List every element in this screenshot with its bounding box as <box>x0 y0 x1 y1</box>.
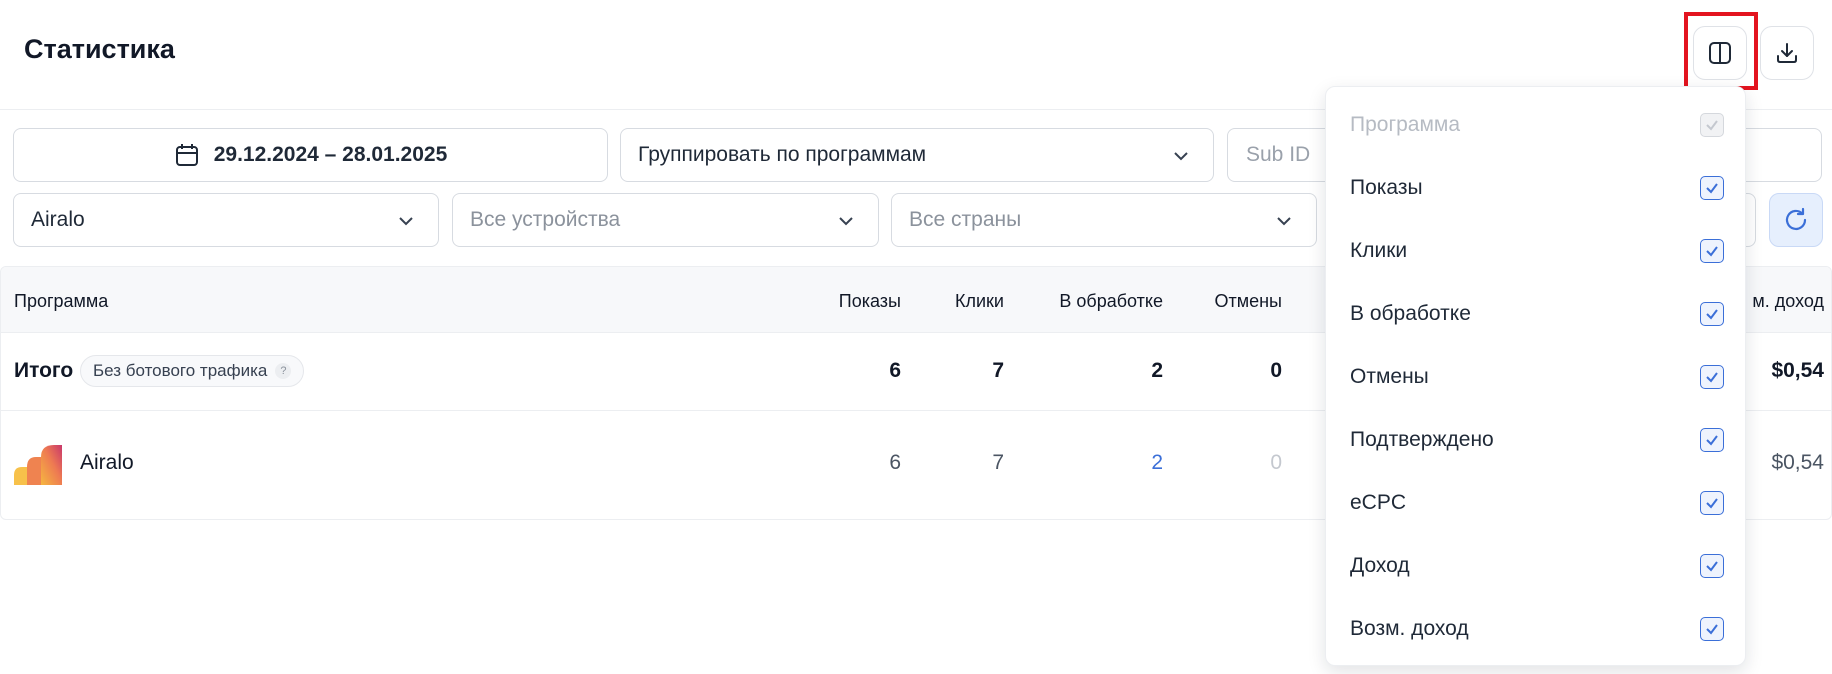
devices-select[interactable]: Все устройства <box>452 193 879 247</box>
total-clicks: 7 <box>992 359 1004 382</box>
column-header-program[interactable]: Программа <box>14 291 108 312</box>
column-option-label: Программа <box>1350 113 1461 136</box>
program-value: Airalo <box>31 208 85 231</box>
checkbox-potential-income[interactable] <box>1700 617 1724 641</box>
chevron-down-icon <box>1171 146 1191 172</box>
column-header-cancels[interactable]: Отмены <box>1214 291 1282 312</box>
row-cancels: 0 <box>1270 451 1282 474</box>
total-processing: 2 <box>1151 359 1163 382</box>
group-by-value: Группировать по программам <box>638 143 927 166</box>
calendar-icon <box>174 142 200 168</box>
column-option-label: eCPC <box>1350 491 1407 514</box>
date-range-picker[interactable]: 29.12.2024 – 28.01.2025 <box>13 128 608 182</box>
refresh-icon <box>1782 206 1810 234</box>
subid-placeholder: Sub ID <box>1246 143 1311 166</box>
total-shows: 6 <box>889 359 901 382</box>
help-icon[interactable]: ? <box>275 363 292 379</box>
bot-traffic-badge[interactable]: Без ботового трафика ? <box>80 355 305 387</box>
column-option-shows[interactable]: Показы <box>1350 168 1724 208</box>
column-option-label: Отмены <box>1350 365 1429 388</box>
airalo-logo-icon <box>14 445 64 490</box>
chevron-down-icon <box>1274 211 1294 237</box>
column-option-confirmed[interactable]: Подтверждено <box>1350 420 1724 460</box>
columns-icon <box>1707 40 1733 66</box>
row-processing-link[interactable]: 2 <box>1151 451 1163 475</box>
row-clicks: 7 <box>992 451 1004 474</box>
column-header-processing[interactable]: В обработке <box>1059 291 1163 312</box>
column-option-program: Программа <box>1350 105 1724 145</box>
countries-select[interactable]: Все страны <box>891 193 1317 247</box>
columns-toggle-button[interactable] <box>1693 26 1747 80</box>
columns-dropdown-menu: Программа Показы Клики В обработке Отмен… <box>1325 86 1746 666</box>
chevron-down-icon <box>836 211 856 237</box>
checkbox-ecpc[interactable] <box>1700 491 1724 515</box>
program-name-link[interactable]: Airalo <box>80 451 134 475</box>
checkbox-clicks[interactable] <box>1700 239 1724 263</box>
total-potential-income: $0,54 <box>1771 359 1824 382</box>
checkbox-income[interactable] <box>1700 554 1724 578</box>
date-range-value: 29.12.2024 – 28.01.2025 <box>213 143 448 166</box>
checkbox-shows[interactable] <box>1700 176 1724 200</box>
checkbox-program <box>1700 113 1724 137</box>
group-by-select[interactable]: Группировать по программам <box>620 128 1214 182</box>
column-option-label: Показы <box>1350 176 1423 199</box>
column-header-clicks[interactable]: Клики <box>955 291 1004 312</box>
column-header-potential-income[interactable]: м. доход <box>1752 291 1824 312</box>
checkbox-confirmed[interactable] <box>1700 428 1724 452</box>
countries-placeholder: Все страны <box>909 208 1022 231</box>
row-potential-income: $0,54 <box>1771 451 1824 474</box>
total-label: Итого <box>14 359 74 382</box>
total-cancels: 0 <box>1270 359 1282 382</box>
column-option-label: Возм. доход <box>1350 617 1469 640</box>
download-icon <box>1774 40 1800 66</box>
program-select[interactable]: Airalo <box>13 193 439 247</box>
column-option-clicks[interactable]: Клики <box>1350 231 1724 271</box>
column-option-ecpc[interactable]: eCPC <box>1350 483 1724 523</box>
column-option-label: Подтверждено <box>1350 428 1494 451</box>
column-header-shows[interactable]: Показы <box>839 291 901 312</box>
column-option-income[interactable]: Доход <box>1350 546 1724 586</box>
download-button[interactable] <box>1760 26 1814 80</box>
checkbox-processing[interactable] <box>1700 302 1724 326</box>
row-shows: 6 <box>889 451 901 474</box>
column-option-cancels[interactable]: Отмены <box>1350 357 1724 397</box>
refresh-button[interactable] <box>1769 193 1823 247</box>
column-option-label: Доход <box>1350 554 1410 577</box>
checkbox-cancels[interactable] <box>1700 365 1724 389</box>
column-option-potential-income[interactable]: Возм. доход <box>1350 609 1724 649</box>
bot-traffic-badge-label: Без ботового трафика <box>93 361 268 380</box>
column-option-label: В обработке <box>1350 302 1471 325</box>
column-option-processing[interactable]: В обработке <box>1350 294 1724 334</box>
page-title: Статистика <box>24 34 175 64</box>
chevron-down-icon <box>396 211 416 237</box>
devices-placeholder: Все устройства <box>470 208 621 231</box>
column-option-label: Клики <box>1350 239 1408 262</box>
